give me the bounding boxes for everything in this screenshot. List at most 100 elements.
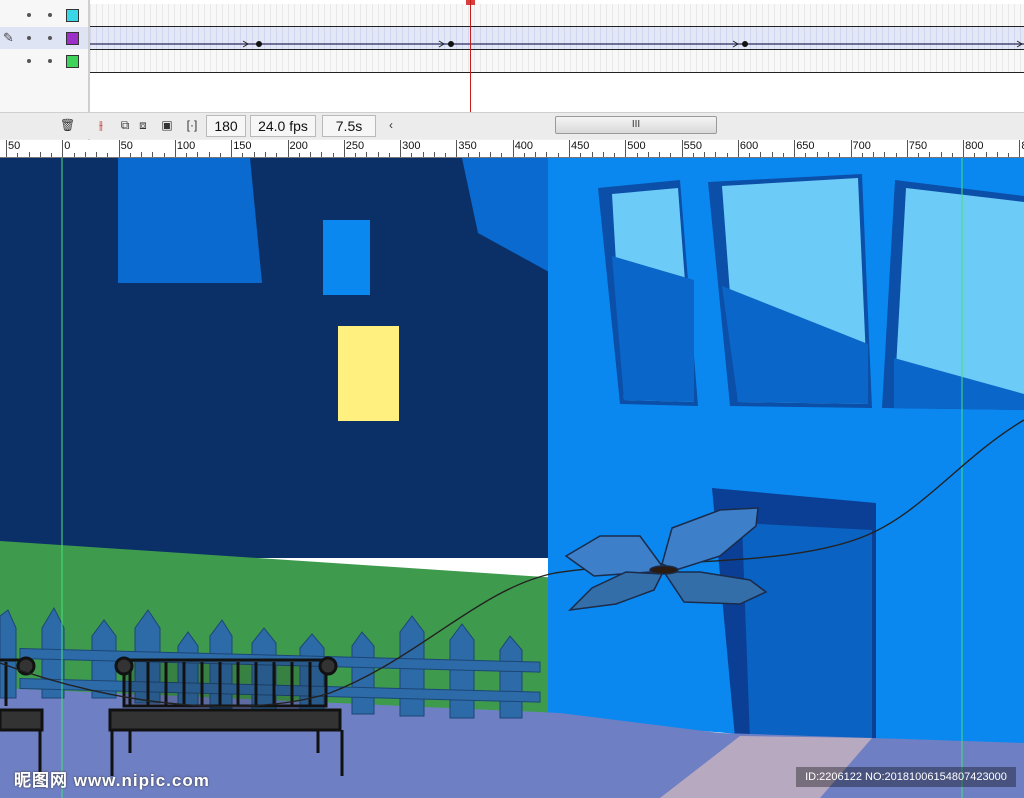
layer-row-3[interactable] [0, 50, 88, 72]
ruler-minor-tick [996, 152, 998, 157]
ruler-minor-tick [163, 153, 165, 157]
ruler-label: 350 [458, 140, 477, 152]
ruler-major-tick [6, 140, 7, 157]
center-frame-icon[interactable]: ⫲ [94, 118, 108, 132]
ruler-minor-tick [884, 152, 886, 157]
ruler-minor-tick [445, 153, 447, 157]
layer-row-2[interactable]: ✎ [0, 27, 88, 49]
lock-dot[interactable] [48, 36, 52, 40]
ruler-major-tick [231, 140, 233, 157]
frame-rate-field[interactable]: 24.0 fps [250, 115, 316, 137]
outline-color-swatch[interactable] [66, 9, 79, 22]
ruler-major-tick [118, 140, 120, 157]
ruler-minor-tick [129, 153, 131, 157]
current-frame-field[interactable]: 180 [206, 115, 246, 137]
ruler-minor-tick [839, 153, 841, 157]
ruler-minor-tick [523, 153, 525, 157]
scroll-left-arrow[interactable]: ‹ [384, 118, 398, 132]
outline-color-swatch[interactable] [66, 55, 79, 68]
watermark-logo: 昵图网 www.nipic.com [14, 771, 210, 790]
keyframe-dot [742, 41, 748, 47]
onion-outline-icon[interactable]: ⧈ [136, 118, 150, 132]
layer-row-1[interactable] [0, 4, 88, 26]
playhead[interactable] [470, 0, 471, 112]
ruler-minor-tick [805, 153, 807, 157]
ruler-minor-tick [670, 153, 672, 157]
ruler-label: 400 [514, 140, 534, 152]
ruler-major-tick [794, 140, 796, 157]
ruler-minor-tick [749, 153, 751, 157]
ruler-label: 100 [176, 140, 196, 152]
ruler-major-tick [512, 140, 514, 157]
ruler-label: 700 [852, 140, 871, 152]
ruler-major-tick [343, 140, 345, 157]
ruler-label: 200 [289, 140, 308, 152]
lock-dot[interactable] [48, 13, 52, 17]
ruler-minor-tick [985, 152, 987, 157]
ruler-major-tick [62, 140, 64, 157]
ruler-label: 450 [571, 140, 590, 152]
ruler-minor-tick [501, 153, 503, 157]
ruler-minor-tick [208, 152, 210, 157]
door-opening [742, 523, 872, 748]
window-shade-1 [612, 256, 694, 402]
ruler-minor-tick [715, 152, 717, 157]
stage-canvas[interactable]: 昵图网 www.nipic.com ID:2206122 NO:20181006… [0, 158, 1024, 798]
lock-dot[interactable] [48, 59, 52, 63]
ruler-minor-tick [39, 152, 41, 157]
ruler-minor-tick [895, 153, 897, 157]
ruler-minor-tick [591, 152, 593, 157]
ruler-minor-tick [152, 152, 154, 157]
ruler-minor-tick [84, 152, 86, 157]
ruler-minor-tick [51, 153, 53, 157]
ruler-minor-tick [692, 153, 694, 157]
ruler-minor-tick [310, 152, 312, 157]
ruler-minor-tick [602, 152, 604, 157]
ruler-minor-tick [321, 152, 323, 157]
ruler-minor-tick [816, 152, 818, 157]
ruler-minor-tick [974, 153, 976, 157]
scene-artwork [0, 158, 1024, 798]
ruler-minor-tick [490, 152, 492, 157]
watermark-id: ID:2206122 NO:20181006154807423000 [796, 767, 1016, 787]
ruler-minor-tick [1008, 153, 1010, 157]
upper-window-left [118, 158, 262, 283]
ruler-minor-tick [388, 153, 390, 157]
ruler-label: 600 [739, 140, 759, 152]
visibility-dot[interactable] [27, 59, 31, 63]
tween-track [90, 40, 1024, 48]
ruler-minor-tick [17, 153, 19, 157]
ruler-minor-tick [636, 153, 638, 157]
onion-skin-icon[interactable]: ⧉ [118, 118, 132, 132]
ruler-minor-tick [411, 153, 413, 157]
ruler-minor-tick [141, 152, 143, 157]
ruler-major-tick [287, 140, 289, 157]
ruler-major-tick [400, 140, 402, 157]
ruler-minor-tick [782, 153, 784, 157]
frame-area[interactable] [90, 0, 1024, 112]
ruler-minor-tick [422, 152, 424, 157]
small-blue-window [323, 220, 370, 295]
visibility-dot[interactable] [27, 13, 31, 17]
ruler-major-tick [456, 140, 458, 157]
edit-multiple-icon[interactable]: ▣ [160, 118, 174, 132]
visibility-dot[interactable] [27, 36, 31, 40]
ruler-minor-tick [918, 153, 920, 157]
horizontal-ruler: 50 0 50 100 150 200 250 300 350 400 450 500 550 600 65… [0, 140, 1024, 158]
ruler-minor-tick [580, 153, 582, 157]
timeline-scroll-thumb[interactable]: III [555, 116, 717, 134]
ruler-minor-tick [186, 153, 188, 157]
trash-icon[interactable]: 🗑 [60, 118, 75, 132]
ruler-minor-tick [535, 152, 537, 157]
modify-markers-icon[interactable]: [·] [185, 118, 199, 132]
ruler-label: 800 [965, 140, 984, 152]
ruler-major-tick [850, 140, 852, 157]
ruler-minor-tick [659, 152, 661, 157]
ruler-label: 500 [627, 140, 646, 152]
outline-color-swatch[interactable] [66, 32, 79, 45]
ruler-minor-tick [377, 152, 379, 157]
ruler-label: 750 [908, 140, 928, 152]
ruler-major-tick [1019, 140, 1021, 157]
ruler-minor-tick [951, 153, 953, 157]
ruler-minor-tick [298, 153, 300, 157]
